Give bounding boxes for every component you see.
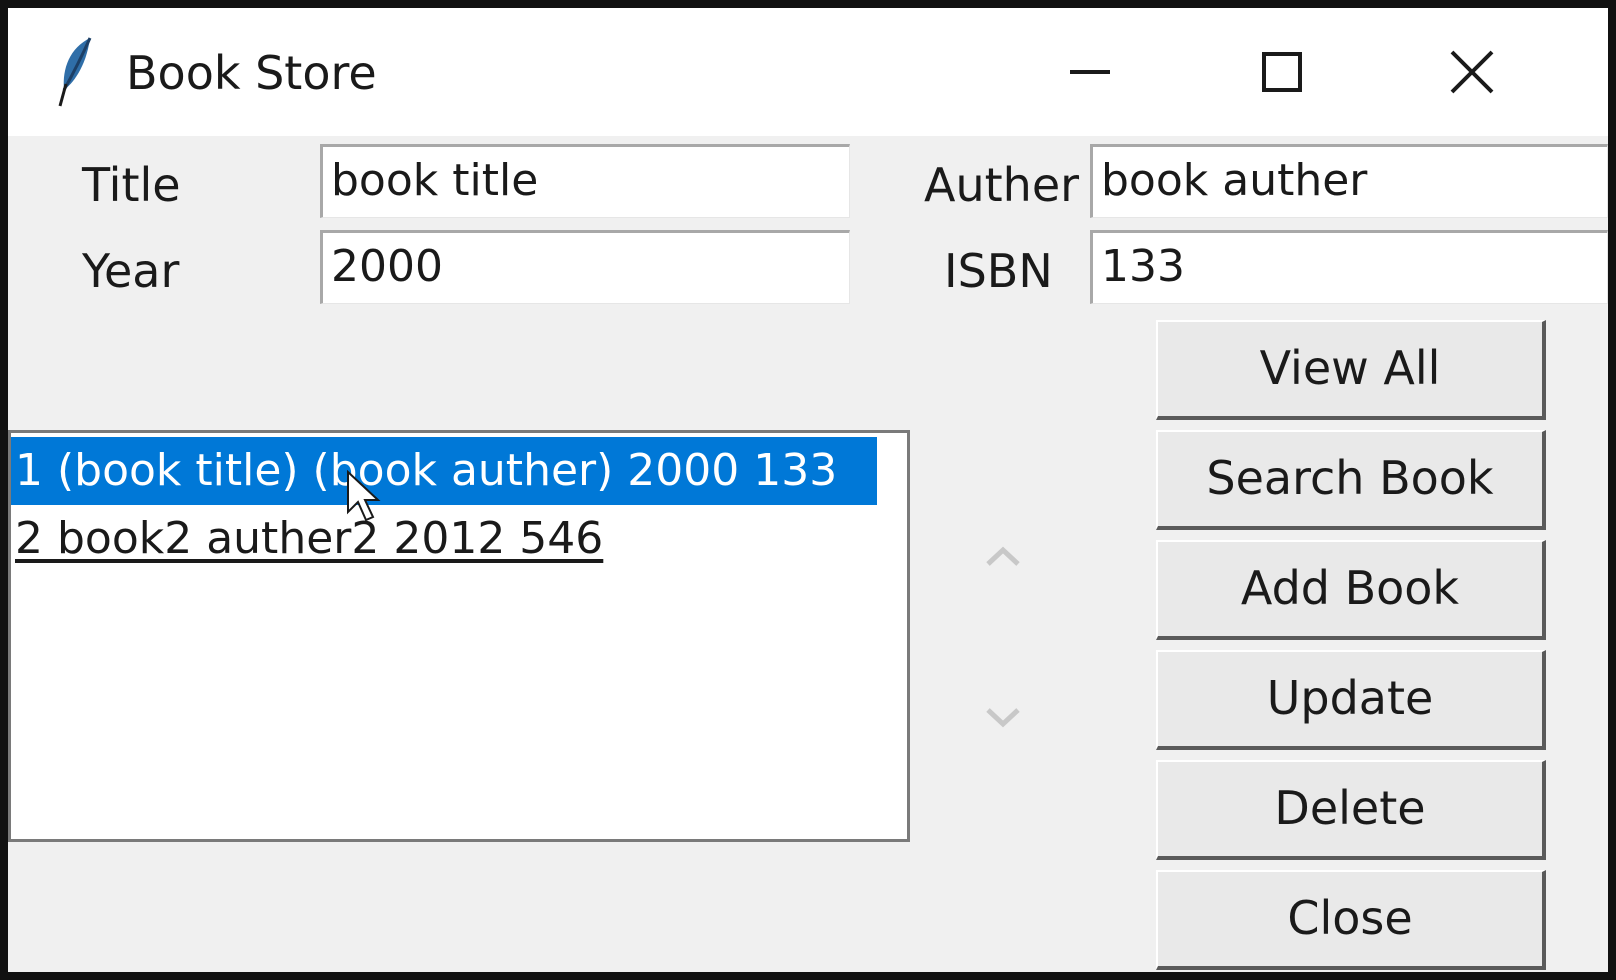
add-book-button[interactable]: Add Book	[1156, 540, 1546, 640]
list-item[interactable]: 1 (book title) (book auther) 2000 133	[11, 437, 877, 505]
book-listbox[interactable]: 1 (book title) (book auther) 2000 133 2 …	[8, 430, 910, 842]
maximize-icon[interactable]	[1240, 32, 1320, 112]
feather-icon	[58, 37, 92, 107]
isbn-label: ISBN	[944, 244, 1053, 298]
close-icon[interactable]	[1432, 32, 1512, 112]
delete-button[interactable]: Delete	[1156, 760, 1546, 860]
author-label: Auther	[924, 158, 1080, 212]
isbn-field[interactable]: 133	[1090, 230, 1608, 304]
minimize-icon[interactable]	[1052, 32, 1132, 112]
close-button[interactable]: Close	[1156, 870, 1546, 970]
scroll-down-icon[interactable]	[968, 688, 1038, 748]
mouse-pointer-icon	[347, 470, 381, 522]
author-field[interactable]: book auther	[1090, 144, 1608, 218]
year-field[interactable]: 2000	[320, 230, 850, 304]
list-scrollbar[interactable]	[968, 528, 1038, 758]
title-label: Title	[82, 158, 181, 212]
update-button[interactable]: Update	[1156, 650, 1546, 750]
view-all-button[interactable]: View All	[1156, 320, 1546, 420]
window-title: Book Store	[126, 46, 377, 100]
year-label: Year	[82, 244, 180, 298]
book-store-window: Book Store Title book title Auther book …	[8, 8, 1608, 972]
title-bar[interactable]: Book Store	[8, 8, 1608, 136]
scroll-up-icon[interactable]	[968, 528, 1038, 588]
search-book-button[interactable]: Search Book	[1156, 430, 1546, 530]
list-item[interactable]: 2 book2 auther2 2012 546	[11, 505, 603, 573]
title-field[interactable]: book title	[320, 144, 850, 218]
